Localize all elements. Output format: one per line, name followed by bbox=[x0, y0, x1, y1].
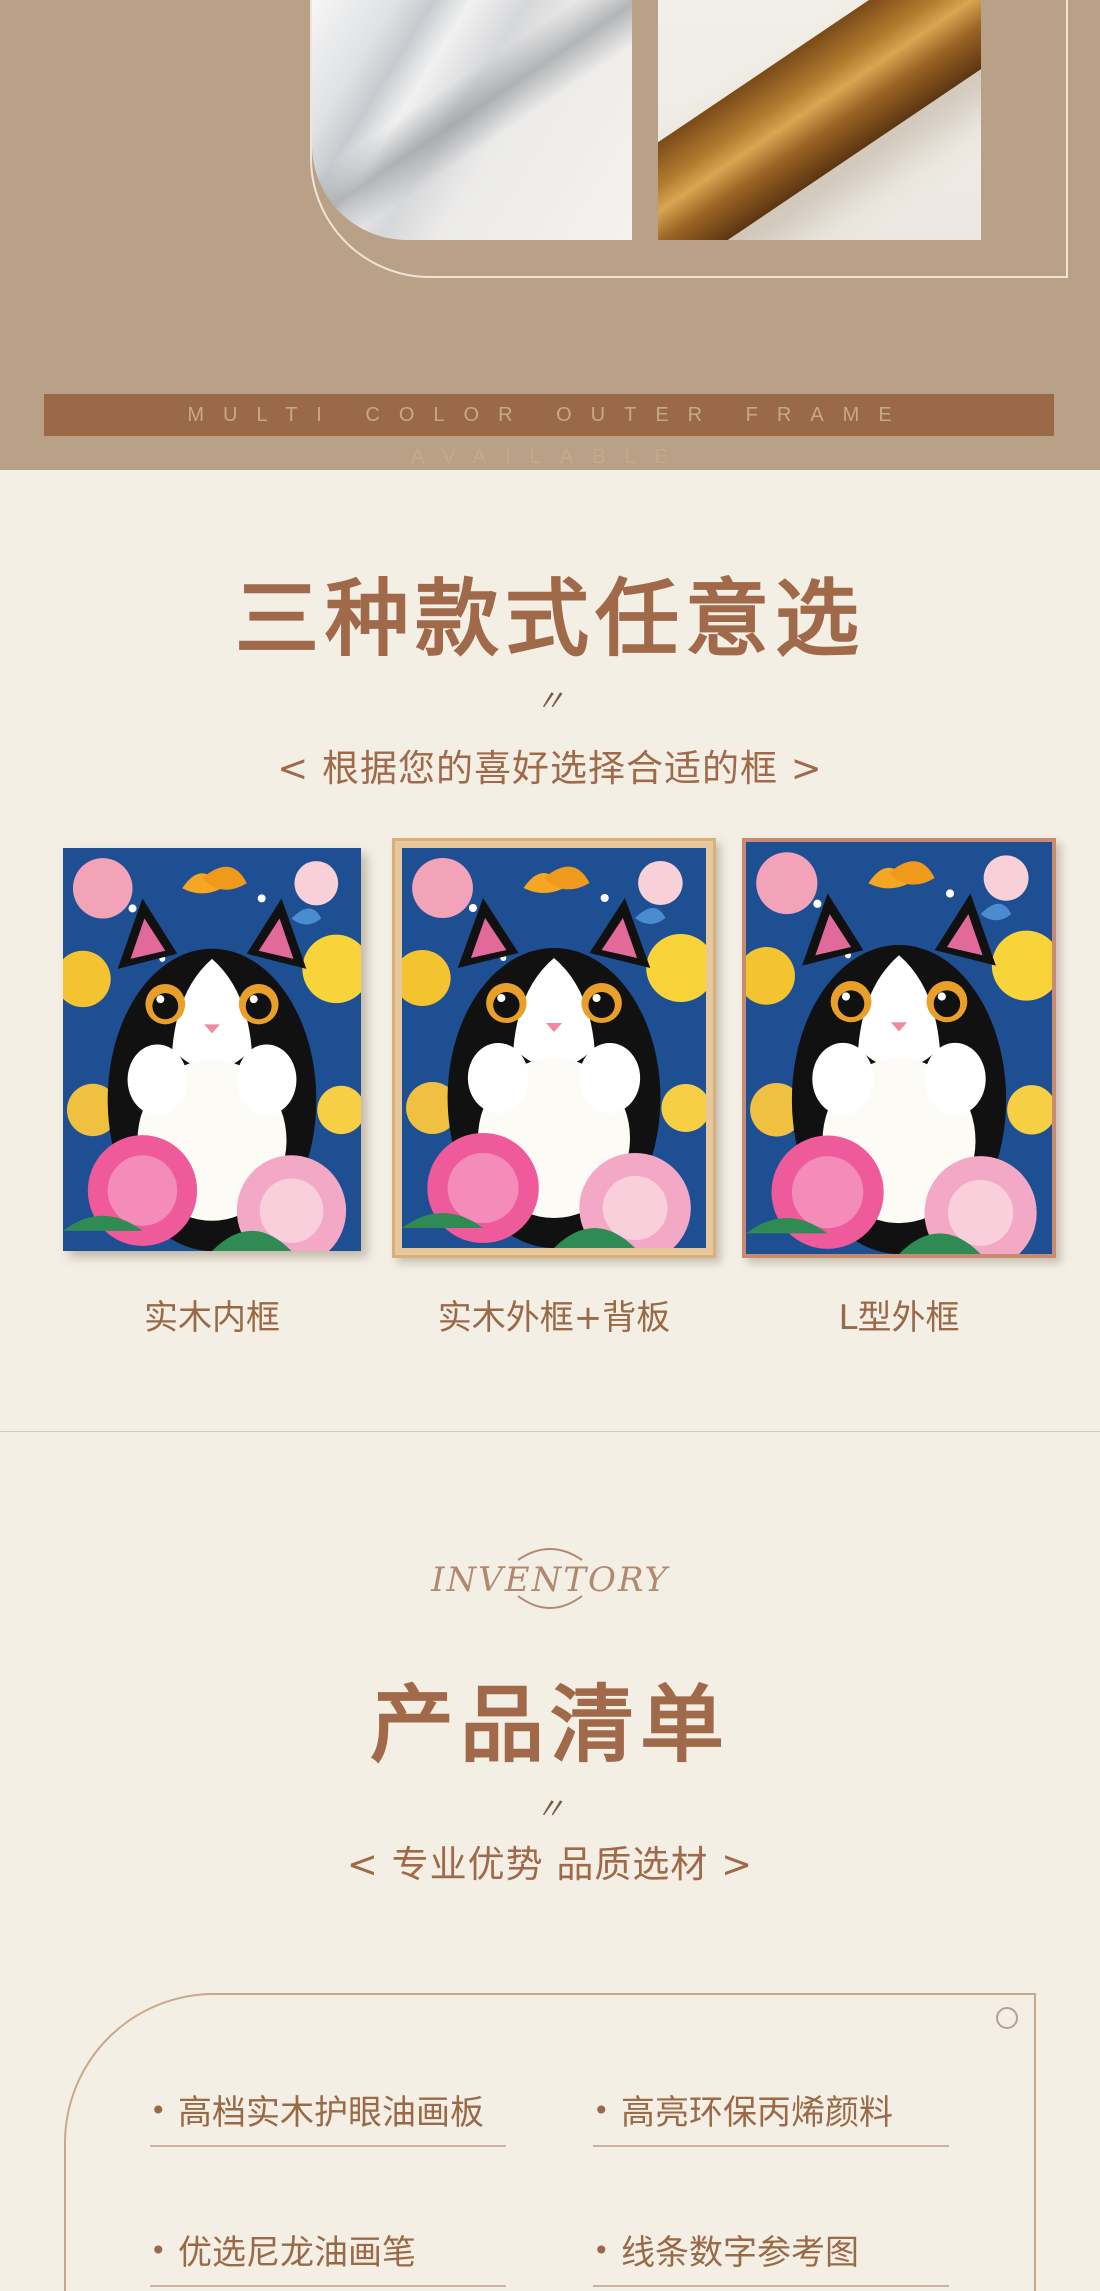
inventory-logo: INVENTORY bbox=[430, 1538, 670, 1618]
list-item: • 优选尼龙油画笔 bbox=[150, 2207, 506, 2287]
section-divider bbox=[0, 1431, 1100, 1432]
bullet-icon: • bbox=[150, 2094, 167, 2127]
inventory-subtitle: < 专业优势 品质选材 > bbox=[346, 1843, 754, 1886]
decorative-outline bbox=[310, 0, 1068, 278]
frame-label-inner: 实木内框 bbox=[144, 1298, 280, 1338]
list-item: • 高亮环保丙烯颜料 bbox=[593, 2067, 949, 2147]
cat-painting-image bbox=[63, 848, 361, 1251]
painting-outer-frame bbox=[392, 838, 716, 1258]
styles-title: 三种款式任意选 bbox=[234, 570, 865, 668]
cat-painting-image bbox=[746, 842, 1052, 1254]
list-item-label: 优选尼龙油画笔 bbox=[178, 2233, 416, 2273]
list-item-label: 高档实木护眼油画板 bbox=[178, 2093, 484, 2133]
list-item-label: 高亮环保丙烯颜料 bbox=[621, 2093, 893, 2133]
inventory-logo-text: INVENTORY bbox=[431, 1560, 669, 1600]
circle-icon bbox=[996, 2007, 1018, 2029]
quote-mark: 〃 bbox=[535, 684, 565, 719]
painting-inner-frame bbox=[63, 848, 361, 1251]
painting-l-frame bbox=[742, 838, 1056, 1258]
list-item: • 高档实木护眼油画板 bbox=[150, 2067, 506, 2147]
frame-swatch-band: MULTI COLOR OUTER FRAME AVAILABLE bbox=[0, 0, 1100, 470]
multi-color-banner: MULTI COLOR OUTER FRAME AVAILABLE bbox=[44, 394, 1054, 468]
bullet-icon: • bbox=[150, 2234, 167, 2267]
bullet-icon: • bbox=[593, 2234, 610, 2267]
list-item-label: 线条数字参考图 bbox=[621, 2233, 859, 2273]
frame-label-l: L型外框 bbox=[838, 1298, 960, 1338]
bullet-icon: • bbox=[593, 2094, 610, 2127]
inventory-title: 产品清单 bbox=[369, 1676, 730, 1774]
styles-subtitle: < 根据您的喜好选择合适的框 > bbox=[277, 747, 823, 790]
quote-mark: 〃 bbox=[535, 1792, 565, 1827]
list-item: • 线条数字参考图 bbox=[593, 2207, 949, 2287]
frame-label-outer: 实木外框+背板 bbox=[437, 1298, 671, 1338]
cat-painting-image bbox=[402, 848, 706, 1248]
